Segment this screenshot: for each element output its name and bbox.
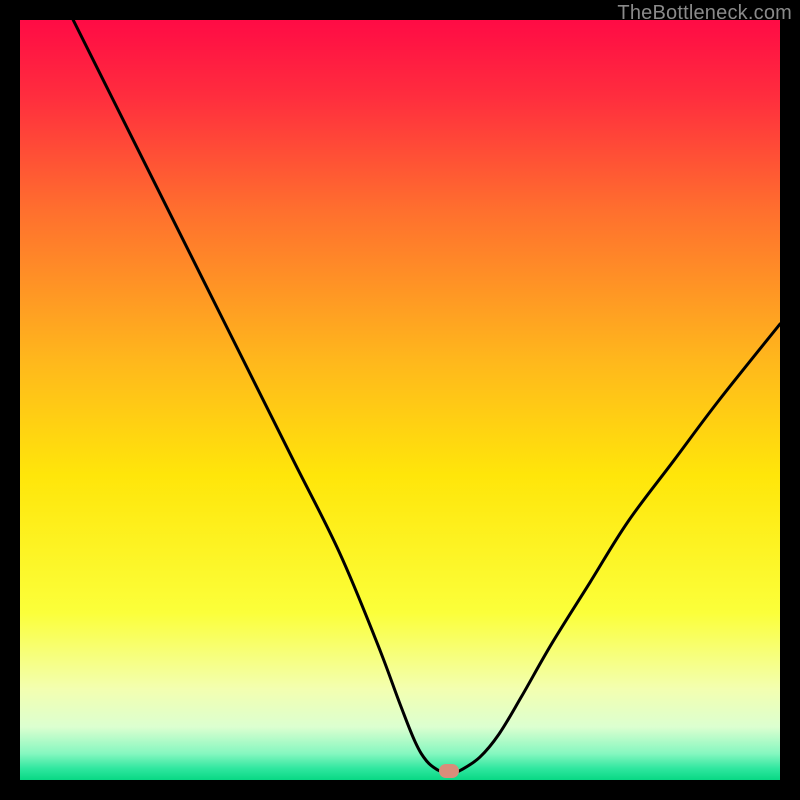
gradient-xy-plane bbox=[20, 20, 780, 780]
chart-frame: TheBottleneck.com bbox=[0, 0, 800, 800]
bottleneck-curve bbox=[73, 20, 780, 773]
optimum-marker bbox=[439, 764, 459, 778]
watermark-text: TheBottleneck.com bbox=[617, 2, 792, 25]
gradient-background bbox=[20, 20, 780, 780]
plot-area bbox=[20, 20, 780, 780]
